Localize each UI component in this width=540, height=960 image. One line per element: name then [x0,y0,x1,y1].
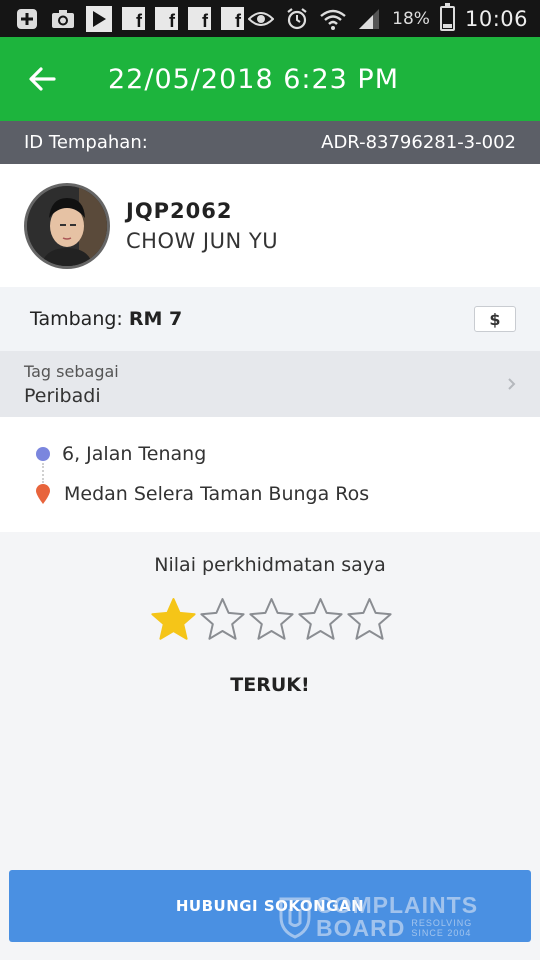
tag-selector[interactable]: Tag sebagai Peribadi [0,351,540,417]
wifi-icon [320,6,346,32]
vehicle-plate: JQP2062 [126,198,233,223]
notification-icons: f f f f [14,5,244,32]
star-empty-icon[interactable] [346,596,393,643]
battery-percent: 18% [392,8,430,29]
page-title: 22/05/2018 6:23 PM [108,63,399,95]
battery-icon [439,3,455,31]
fare-text: Tambang: RM 7 [30,308,182,330]
app-bar: 22/05/2018 6:23 PM [0,37,540,121]
facebook-icon: f [155,7,178,30]
pickup-address: 6, Jalan Tenang [62,443,207,465]
route-card: 6, Jalan Tenang Medan Selera Taman Bunga… [0,417,540,532]
driver-card: JQP2062 CHOW JUN YU [0,164,540,287]
facebook-icon: f [221,7,244,30]
rating-word: TERUK! [230,674,310,696]
rating-section: Nilai perkhidmatan saya TERUK! [0,532,540,842]
fare-label: Tambang: [30,308,123,330]
star-filled-icon[interactable] [150,596,197,643]
tag-texts: Tag sebagai Peribadi [24,362,119,407]
pickup-location: 6, Jalan Tenang [34,443,206,465]
play-store-icon [86,5,112,32]
driver-avatar [24,182,110,269]
fare-value: RM 7 [128,308,183,330]
pickup-dot-icon [36,447,50,461]
booking-id-row: ID Tempahan: ADR-83796281-3-002 [0,121,540,164]
star-empty-icon[interactable] [297,596,344,643]
eye-icon [248,6,275,32]
booking-id-label: ID Tempahan: [24,132,148,153]
booking-id-value: ADR-83796281-3-002 [321,132,516,153]
route-connector [42,463,46,483]
signal-icon [356,6,382,32]
fare-row: Tambang: RM 7 $ [0,287,540,351]
map-pin-icon [36,484,50,504]
tag-label: Tag sebagai [24,361,119,381]
driver-name: CHOW JUN YU [126,228,279,253]
dropoff-location: Medan Selera Taman Bunga Ros [34,483,369,505]
camera-icon [50,6,76,32]
facebook-icon: f [188,7,211,30]
person-photo-icon [27,185,107,266]
star-rating [150,596,393,643]
cash-payment-icon: $ [474,306,516,332]
add-icon [14,6,40,32]
alarm-icon [284,6,310,32]
star-empty-icon[interactable] [199,596,246,643]
clock: 10:06 [464,6,528,31]
star-empty-icon[interactable] [248,596,295,643]
chevron-right-icon [508,375,516,394]
contact-support-button[interactable]: HUBUNGI SOKONGAN [9,870,531,942]
arrow-left-icon [29,67,56,91]
rating-prompt: Nilai perkhidmatan saya [154,554,386,576]
status-bar: f f f f 18% 10:06 [0,0,540,37]
back-button[interactable] [16,53,68,105]
driver-info: JQP2062 CHOW JUN YU [126,199,278,253]
dropoff-address: Medan Selera Taman Bunga Ros [64,483,370,505]
system-icons: 18% 10:06 [248,3,528,32]
facebook-icon: f [122,7,145,30]
tag-value: Peribadi [24,384,101,407]
